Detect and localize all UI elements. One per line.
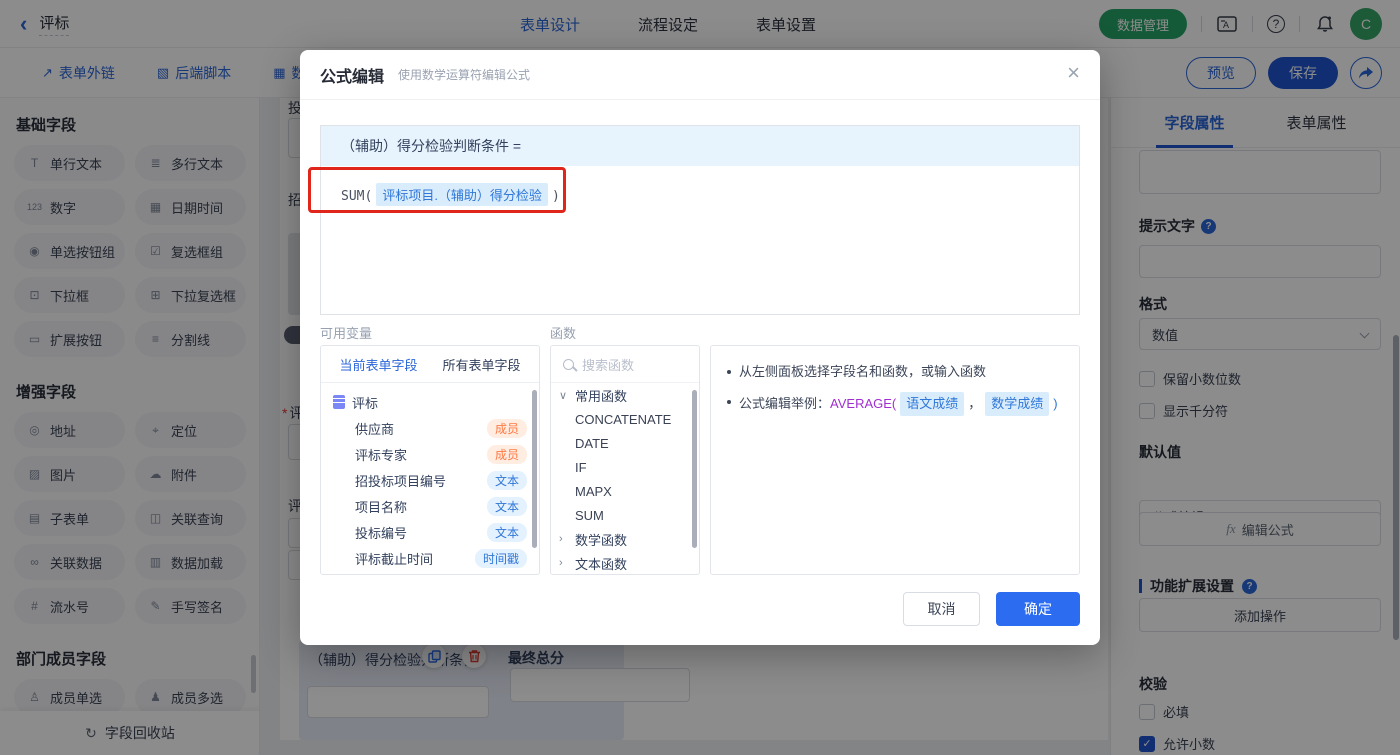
form-doc-icon xyxy=(333,395,345,409)
formula-field-chip[interactable]: 评标项目.（辅助）得分检验 xyxy=(376,183,548,206)
formula-func: SUM( xyxy=(341,189,373,204)
function-item[interactable]: CONCATENATE xyxy=(551,407,699,431)
example-close-paren: ) xyxy=(1053,396,1058,411)
formula-close-paren: ) xyxy=(551,189,560,204)
variable-row[interactable]: 评标专家 成员 xyxy=(333,441,527,467)
type-badge: 时间戳 xyxy=(474,548,527,568)
tip-line-2: 公式编辑举例：AVERAGE(语文成绩，数学成绩) xyxy=(727,392,1063,416)
function-search[interactable]: 搜索函数 xyxy=(551,346,699,383)
modal-title: 公式编辑 xyxy=(320,68,385,86)
modal-header: 公式编辑 使用数学运算符编辑公式 × xyxy=(300,50,1100,100)
variable-row[interactable]: 评标截止时间 时间戳 xyxy=(333,545,527,571)
variables-tabs: 当前表单字段 所有表单字段 xyxy=(321,346,539,383)
function-item[interactable]: IF xyxy=(551,455,699,479)
formula-editor-box[interactable]: （辅助）得分检验判断条件 = SUM(评标项目.（辅助）得分检验) xyxy=(320,125,1080,315)
modal-subtitle: 使用数学运算符编辑公式 xyxy=(398,68,531,82)
functions-scrollbar[interactable] xyxy=(692,390,697,548)
functions-label: 函数 xyxy=(550,326,577,341)
bullet-icon xyxy=(727,370,731,374)
example-chip: 语文成绩 xyxy=(900,392,965,416)
variables-scrollbar[interactable] xyxy=(532,390,537,548)
caret-closed-icon: › xyxy=(559,533,563,545)
confirm-button[interactable]: 确定 xyxy=(996,592,1080,626)
variable-row[interactable]: 投标编号 文本 xyxy=(333,519,527,545)
caret-open-icon: ∨ xyxy=(559,389,568,402)
variable-row[interactable]: 招投标项目编号 文本 xyxy=(333,467,527,493)
variables-panel: 当前表单字段 所有表单字段 评标 供应商 成员 评标专家 成员 招投标项目编号 文本 xyxy=(320,345,540,575)
bullet-icon xyxy=(727,400,731,404)
function-item[interactable]: SUM xyxy=(551,503,699,527)
function-group-math[interactable]: › 数学函数 xyxy=(551,527,699,551)
variables-tree: 评标 供应商 成员 评标专家 成员 招投标项目编号 文本 项目名称 文本 投标编号 文本 xyxy=(321,383,539,571)
tips-panel: 从左侧面板选择字段名和函数，或输入函数 公式编辑举例：AVERAGE(语文成绩，… xyxy=(710,345,1080,575)
type-badge: 成员 xyxy=(486,444,527,464)
form-node[interactable]: 评标 xyxy=(333,389,527,415)
formula-expression[interactable]: SUM(评标项目.（辅助）得分检验) xyxy=(321,166,1079,206)
tab-current-form-fields[interactable]: 当前表单字段 xyxy=(339,355,417,374)
search-icon xyxy=(563,358,574,370)
example-chip: 数学成绩 xyxy=(985,392,1050,416)
variable-row[interactable]: 供应商 成员 xyxy=(333,415,527,441)
type-badge: 文本 xyxy=(486,496,527,516)
caret-closed-icon: › xyxy=(559,557,563,569)
example-func: AVERAGE( xyxy=(830,396,897,411)
function-group-text[interactable]: › 文本函数 xyxy=(551,551,699,574)
type-badge: 成员 xyxy=(486,418,527,438)
function-item[interactable]: DATE xyxy=(551,431,699,455)
type-badge: 文本 xyxy=(486,470,527,490)
function-group-common[interactable]: ∨ 常用函数 xyxy=(551,383,699,407)
variables-label: 可用变量 xyxy=(320,326,373,341)
functions-panel: 搜索函数 ∨ 常用函数 CONCATENATE DATE IF MAPX SUM… xyxy=(550,345,700,575)
function-item[interactable]: MAPX xyxy=(551,479,699,503)
formula-target: （辅助）得分检验判断条件 = xyxy=(321,126,1079,166)
cancel-button[interactable]: 取消 xyxy=(903,592,980,626)
type-badge: 文本 xyxy=(486,522,527,542)
tip-line-1: 从左侧面板选择字段名和函数，或输入函数 xyxy=(727,362,1063,382)
close-icon[interactable]: × xyxy=(1067,62,1080,84)
formula-editor-modal: 公式编辑 使用数学运算符编辑公式 × （辅助）得分检验判断条件 = SUM(评标… xyxy=(300,50,1100,645)
variable-row[interactable]: 项目名称 文本 xyxy=(333,493,527,519)
modal-footer: 取消 确定 xyxy=(903,592,1080,626)
app-window: ‹ 评标 表单设计 流程设定 表单设置 数据管理 A ? C ↗ 表单外链 ▧ … xyxy=(0,0,1400,755)
search-placeholder: 搜索函数 xyxy=(582,357,635,373)
tab-all-form-fields[interactable]: 所有表单字段 xyxy=(442,355,520,374)
